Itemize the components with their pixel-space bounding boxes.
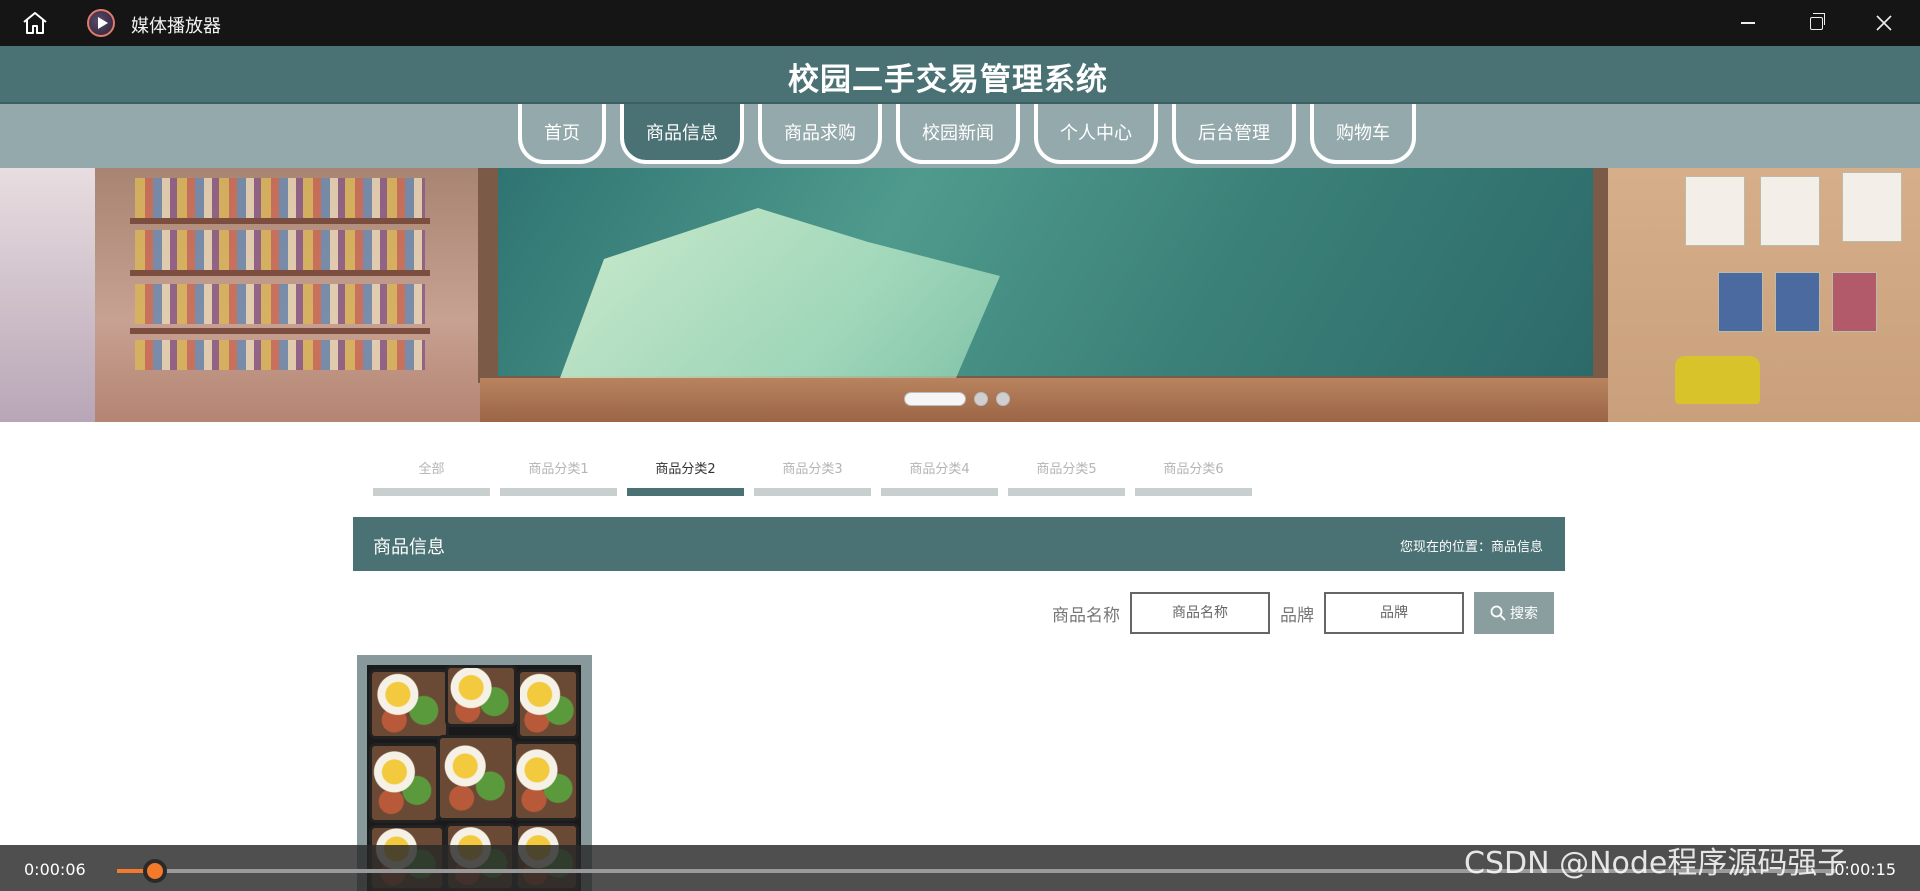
banner-poster xyxy=(1685,176,1745,246)
banner-window xyxy=(0,168,95,422)
close-icon xyxy=(1876,15,1892,31)
banner-yellow-bag xyxy=(1675,356,1760,404)
nav-cart[interactable]: 购物车 xyxy=(1310,104,1416,164)
banner-books xyxy=(135,230,425,270)
section-title: 商品信息 xyxy=(373,537,445,558)
site-title: 校园二手交易管理系统 xyxy=(788,62,1108,98)
restore-icon xyxy=(1809,12,1825,30)
carousel-dot[interactable] xyxy=(996,392,1010,406)
category-tab-2[interactable]: 商品分类2 xyxy=(627,458,744,496)
nav-personal-center[interactable]: 个人中心 xyxy=(1034,104,1158,164)
current-time: 0:00:06 xyxy=(24,860,86,879)
banner-books xyxy=(135,284,425,324)
home-icon[interactable] xyxy=(20,10,50,36)
nav-goods-info[interactable]: 商品信息 xyxy=(620,104,744,164)
window-titlebar: 媒体播放器 xyxy=(0,0,1920,46)
category-tab-5[interactable]: 商品分类5 xyxy=(1008,458,1125,496)
category-tabs: 全部 商品分类1 商品分类2 商品分类3 商品分类4 商品分类5 商品分类6 xyxy=(373,458,1252,496)
search-button[interactable]: 搜索 xyxy=(1474,592,1554,634)
search-icon xyxy=(1490,605,1506,621)
banner-poster xyxy=(1842,172,1902,242)
category-tab-label: 商品分类6 xyxy=(1163,462,1224,477)
goods-name-label: 商品名称 xyxy=(1052,605,1120,626)
seek-handle[interactable] xyxy=(143,859,167,883)
media-player-app-icon xyxy=(87,9,115,37)
carousel-dot[interactable] xyxy=(974,392,988,406)
nav-admin[interactable]: 后台管理 xyxy=(1172,104,1296,164)
banner-poster xyxy=(1832,272,1877,332)
banner-books xyxy=(135,178,425,218)
nav-goods-wanted[interactable]: 商品求购 xyxy=(758,104,882,164)
category-tab-label: 全部 xyxy=(418,462,445,477)
brand-input[interactable] xyxy=(1324,592,1464,634)
close-button[interactable] xyxy=(1864,8,1904,38)
category-tab-all[interactable]: 全部 xyxy=(373,458,490,496)
banner-shelf xyxy=(130,328,430,334)
breadcrumb: 您现在的位置： 商品信息 xyxy=(1400,536,1543,555)
food-box-compartment xyxy=(513,741,579,821)
food-box-compartment xyxy=(369,743,439,823)
search-form: 商品名称 品牌 搜索 xyxy=(1052,592,1554,634)
brand-label: 品牌 xyxy=(1280,605,1314,626)
breadcrumb-current[interactable]: 商品信息 xyxy=(1491,536,1543,555)
banner-shelf xyxy=(130,218,430,224)
breadcrumb-prefix: 您现在的位置： xyxy=(1399,540,1491,555)
section-header: 商品信息 您现在的位置： 商品信息 xyxy=(353,517,1565,571)
watermark: CSDN @Node程序源码强子 xyxy=(1464,846,1848,881)
nav-campus-news[interactable]: 校园新闻 xyxy=(896,104,1020,164)
minimize-icon xyxy=(1741,22,1755,24)
banner-poster xyxy=(1718,272,1763,332)
restore-button[interactable] xyxy=(1796,8,1836,38)
main-nav-bar: 首页 商品信息 商品求购 校园新闻 个人中心 后台管理 购物车 xyxy=(0,104,1920,168)
goods-name-input[interactable] xyxy=(1130,592,1270,634)
search-button-label: 搜索 xyxy=(1510,606,1538,622)
minimize-button[interactable] xyxy=(1728,8,1768,38)
category-tab-label: 商品分类3 xyxy=(782,462,843,477)
main-nav: 首页 商品信息 商品求购 校园新闻 个人中心 后台管理 购物车 xyxy=(518,104,1430,168)
category-tab-label: 商品分类4 xyxy=(909,462,970,477)
food-box-compartment xyxy=(517,669,579,739)
nav-home[interactable]: 首页 xyxy=(518,104,606,164)
banner-books xyxy=(135,340,425,370)
banner-poster xyxy=(1775,272,1820,332)
banner-poster xyxy=(1760,176,1820,246)
category-tab-1[interactable]: 商品分类1 xyxy=(500,458,617,496)
category-tab-label: 商品分类2 xyxy=(655,462,716,477)
category-tab-label: 商品分类1 xyxy=(528,462,589,477)
banner-shelf xyxy=(130,270,430,276)
category-tab-label: 商品分类5 xyxy=(1036,462,1097,477)
carousel-dot[interactable] xyxy=(904,392,966,406)
banner-carousel[interactable] xyxy=(0,168,1920,422)
site-header: 校园二手交易管理系统 xyxy=(0,46,1920,104)
food-box-compartment xyxy=(445,665,517,727)
banner-desk xyxy=(480,378,1630,422)
category-tab-4[interactable]: 商品分类4 xyxy=(881,458,998,496)
food-box-compartment xyxy=(437,735,515,821)
carousel-dots xyxy=(904,392,1010,406)
food-box-compartment xyxy=(369,669,449,739)
category-tab-3[interactable]: 商品分类3 xyxy=(754,458,871,496)
category-tab-6[interactable]: 商品分类6 xyxy=(1135,458,1252,496)
window-title: 媒体播放器 xyxy=(131,16,221,37)
